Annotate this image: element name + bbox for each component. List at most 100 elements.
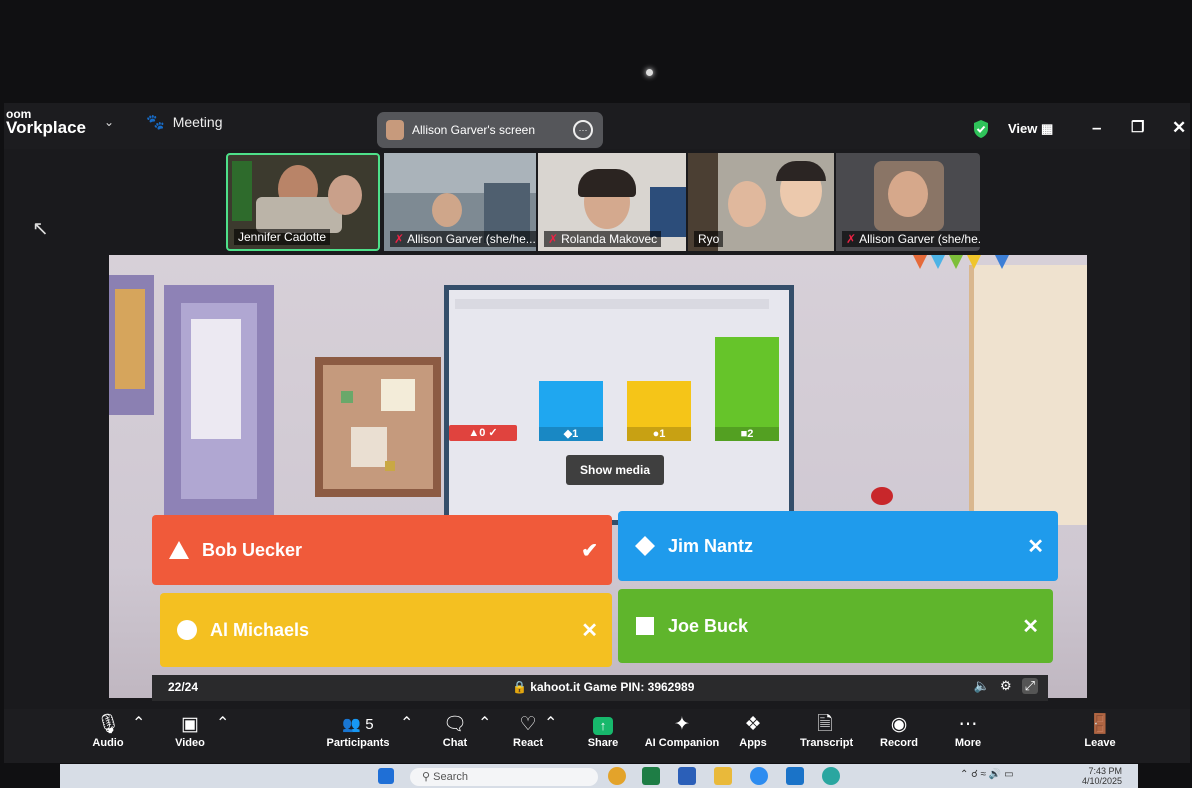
leave-button[interactable]: 🚪 Leave [1082, 713, 1118, 749]
transcript-button[interactable]: 🗎 Transcript [800, 713, 853, 749]
wall-picture [115, 289, 145, 389]
audio-button[interactable]: 🎙 Audio [90, 713, 126, 749]
result-label: ◆1 [539, 427, 603, 441]
video-camera-icon: ▣ [181, 714, 199, 735]
fullscreen-exit-icon[interactable]: ⤢ [1021, 678, 1038, 694]
answer-text: Jim Nantz [668, 535, 754, 556]
result-label: ■2 [715, 427, 779, 441]
result-square-bar: ■2 [715, 337, 779, 441]
zoom-icon[interactable] [750, 767, 768, 785]
answer-option: Bob Uecker ✔ [152, 515, 612, 585]
meeting-menu[interactable]: 🐾 Meeting [146, 113, 223, 131]
answer-option: Joe Buck ✕ [618, 589, 1053, 663]
windows-taskbar: ⚲ Search ⌃ ☌ ≈ 🔊 ▭ 7:43 PM 4/10/2025 [60, 764, 1138, 788]
restore-icon[interactable]: ❐ [1131, 118, 1144, 136]
video-label: Video [175, 737, 205, 749]
results-bars: ◆1 ●1 ■2 [539, 335, 779, 441]
diamond-icon: ◆ [563, 428, 573, 440]
shield-icon[interactable] [972, 119, 990, 139]
screen-share-label: Allison Garver's screen [412, 123, 535, 137]
outlook-icon[interactable] [786, 767, 804, 785]
share-button[interactable]: ↑ Share [582, 713, 624, 749]
video-tile[interactable]: Jennifer Cadotte [226, 153, 380, 251]
volume-icon[interactable]: 🔈 [974, 678, 990, 694]
ai-companion-button[interactable]: ✦ AI Companion [644, 713, 720, 749]
correct-check-icon: ✓ [488, 427, 498, 439]
muted-mic-icon: ✗ [394, 232, 405, 246]
more-button[interactable]: ⋯ More [952, 713, 984, 749]
windows-start-icon[interactable] [378, 768, 394, 784]
clock-time: 7:43 PM [1088, 766, 1122, 776]
participants-label: Participants [326, 737, 390, 749]
system-tray[interactable]: ⌃ ☌ ≈ 🔊 ▭ [960, 769, 1014, 780]
wrong-x-icon: ✕ [1027, 535, 1044, 558]
participants-button[interactable]: 👥 5 Participants [326, 713, 390, 749]
react-button[interactable]: ♡ React [508, 713, 548, 749]
react-chevron-icon[interactable]: ⌃ [544, 713, 557, 733]
show-media-button[interactable]: Show media [566, 455, 664, 485]
pinned-note [385, 461, 395, 471]
video-tile[interactable]: ✗ Allison Garver (she/he... [836, 153, 980, 251]
bunting-flag [995, 255, 1009, 269]
bunting-flag [931, 255, 945, 269]
taskbar-search[interactable]: ⚲ Search [410, 768, 598, 786]
react-label: React [513, 737, 543, 749]
zoom-window: oom Vorkplace ⌄ 🐾 Meeting Allison Garver… [4, 103, 1190, 763]
file-explorer-icon[interactable] [714, 767, 732, 785]
video-chevron-icon[interactable]: ⌃ [216, 713, 229, 733]
record-button[interactable]: ◉ Record [880, 713, 918, 749]
pinned-note [381, 379, 415, 411]
heart-icon: ♡ [519, 714, 537, 735]
paw-icon: 🐾 [146, 114, 165, 131]
participants-icon: 👥 [342, 716, 362, 733]
bunting-flag [967, 255, 981, 269]
result-count: 2 [747, 428, 754, 440]
leave-label: Leave [1084, 737, 1116, 749]
edge-icon[interactable] [822, 767, 840, 785]
question-counter: 22/24 [168, 680, 199, 694]
word-icon[interactable] [678, 767, 696, 785]
chat-icon: 🗨 [442, 714, 468, 735]
wrong-x-icon: ✕ [1022, 615, 1039, 638]
participants-chevron-icon[interactable]: ⌃ [400, 713, 413, 733]
screen-share-pill[interactable]: Allison Garver's screen ⋯ [377, 112, 603, 148]
chrome-icon[interactable] [608, 767, 626, 785]
mouse-cursor-icon: ↖ [32, 218, 49, 240]
bunting-flag [949, 255, 963, 269]
settings-icon[interactable]: ⚙ [1000, 678, 1012, 694]
chat-chevron-icon[interactable]: ⌃ [478, 713, 491, 733]
result-diamond-bar: ◆1 [539, 381, 603, 441]
chat-button[interactable]: 🗨 Chat [438, 713, 472, 749]
participant-name: Ryo [694, 231, 724, 247]
game-pin-text: kahoot.it Game PIN: 3962989 [530, 680, 695, 694]
participant-name: Allison Garver (she/he... [859, 232, 980, 246]
more-label: More [954, 737, 982, 749]
chevron-down-icon[interactable]: ⌄ [104, 115, 114, 129]
chat-label: Chat [442, 737, 468, 749]
meeting-label: Meeting [172, 114, 223, 130]
result-triangle-bar: ▲0 ✓ [449, 425, 517, 441]
more-options-icon[interactable]: ⋯ [573, 120, 593, 140]
participants-strip: Jennifer Cadotte ✗ Allison Garver (she/he… [226, 151, 980, 254]
answer-option: Jim Nantz ✕ [618, 511, 1058, 581]
apps-button[interactable]: ❖ Apps [736, 713, 770, 749]
excel-icon[interactable] [642, 767, 660, 785]
answer-text: Joe Buck [668, 615, 749, 636]
search-icon: ⚲ [422, 771, 431, 783]
audio-chevron-icon[interactable]: ⌃ [132, 713, 145, 733]
video-tile[interactable]: ✗ Allison Garver (she/he... [384, 153, 536, 251]
circle-icon [176, 619, 198, 641]
triangle-icon [168, 539, 190, 561]
video-tile[interactable]: ✗ Rolanda Makovec [538, 153, 686, 251]
taskbar-clock[interactable]: 7:43 PM 4/10/2025 [1082, 766, 1122, 786]
record-icon: ◉ [890, 714, 908, 735]
minimize-icon[interactable]: – [1092, 118, 1101, 138]
video-tile[interactable]: Ryo [688, 153, 834, 251]
close-icon[interactable]: ✕ [1172, 118, 1186, 138]
kahoot-shared-screen: ▲0 ✓ ◆1 ●1 ■2 Show media Bob Uecker ✔ Ji… [109, 255, 1087, 698]
app-brand: oom Vorkplace [6, 107, 86, 136]
search-placeholder: Search [433, 771, 468, 783]
meeting-toolbar: 🎙 Audio ⌃ ▣ Video ⌃ 👥 5 Participants ⌃ 🗨… [4, 709, 1190, 763]
video-button[interactable]: ▣ Video [170, 713, 210, 749]
view-button[interactable]: View ▦ [1008, 121, 1053, 137]
